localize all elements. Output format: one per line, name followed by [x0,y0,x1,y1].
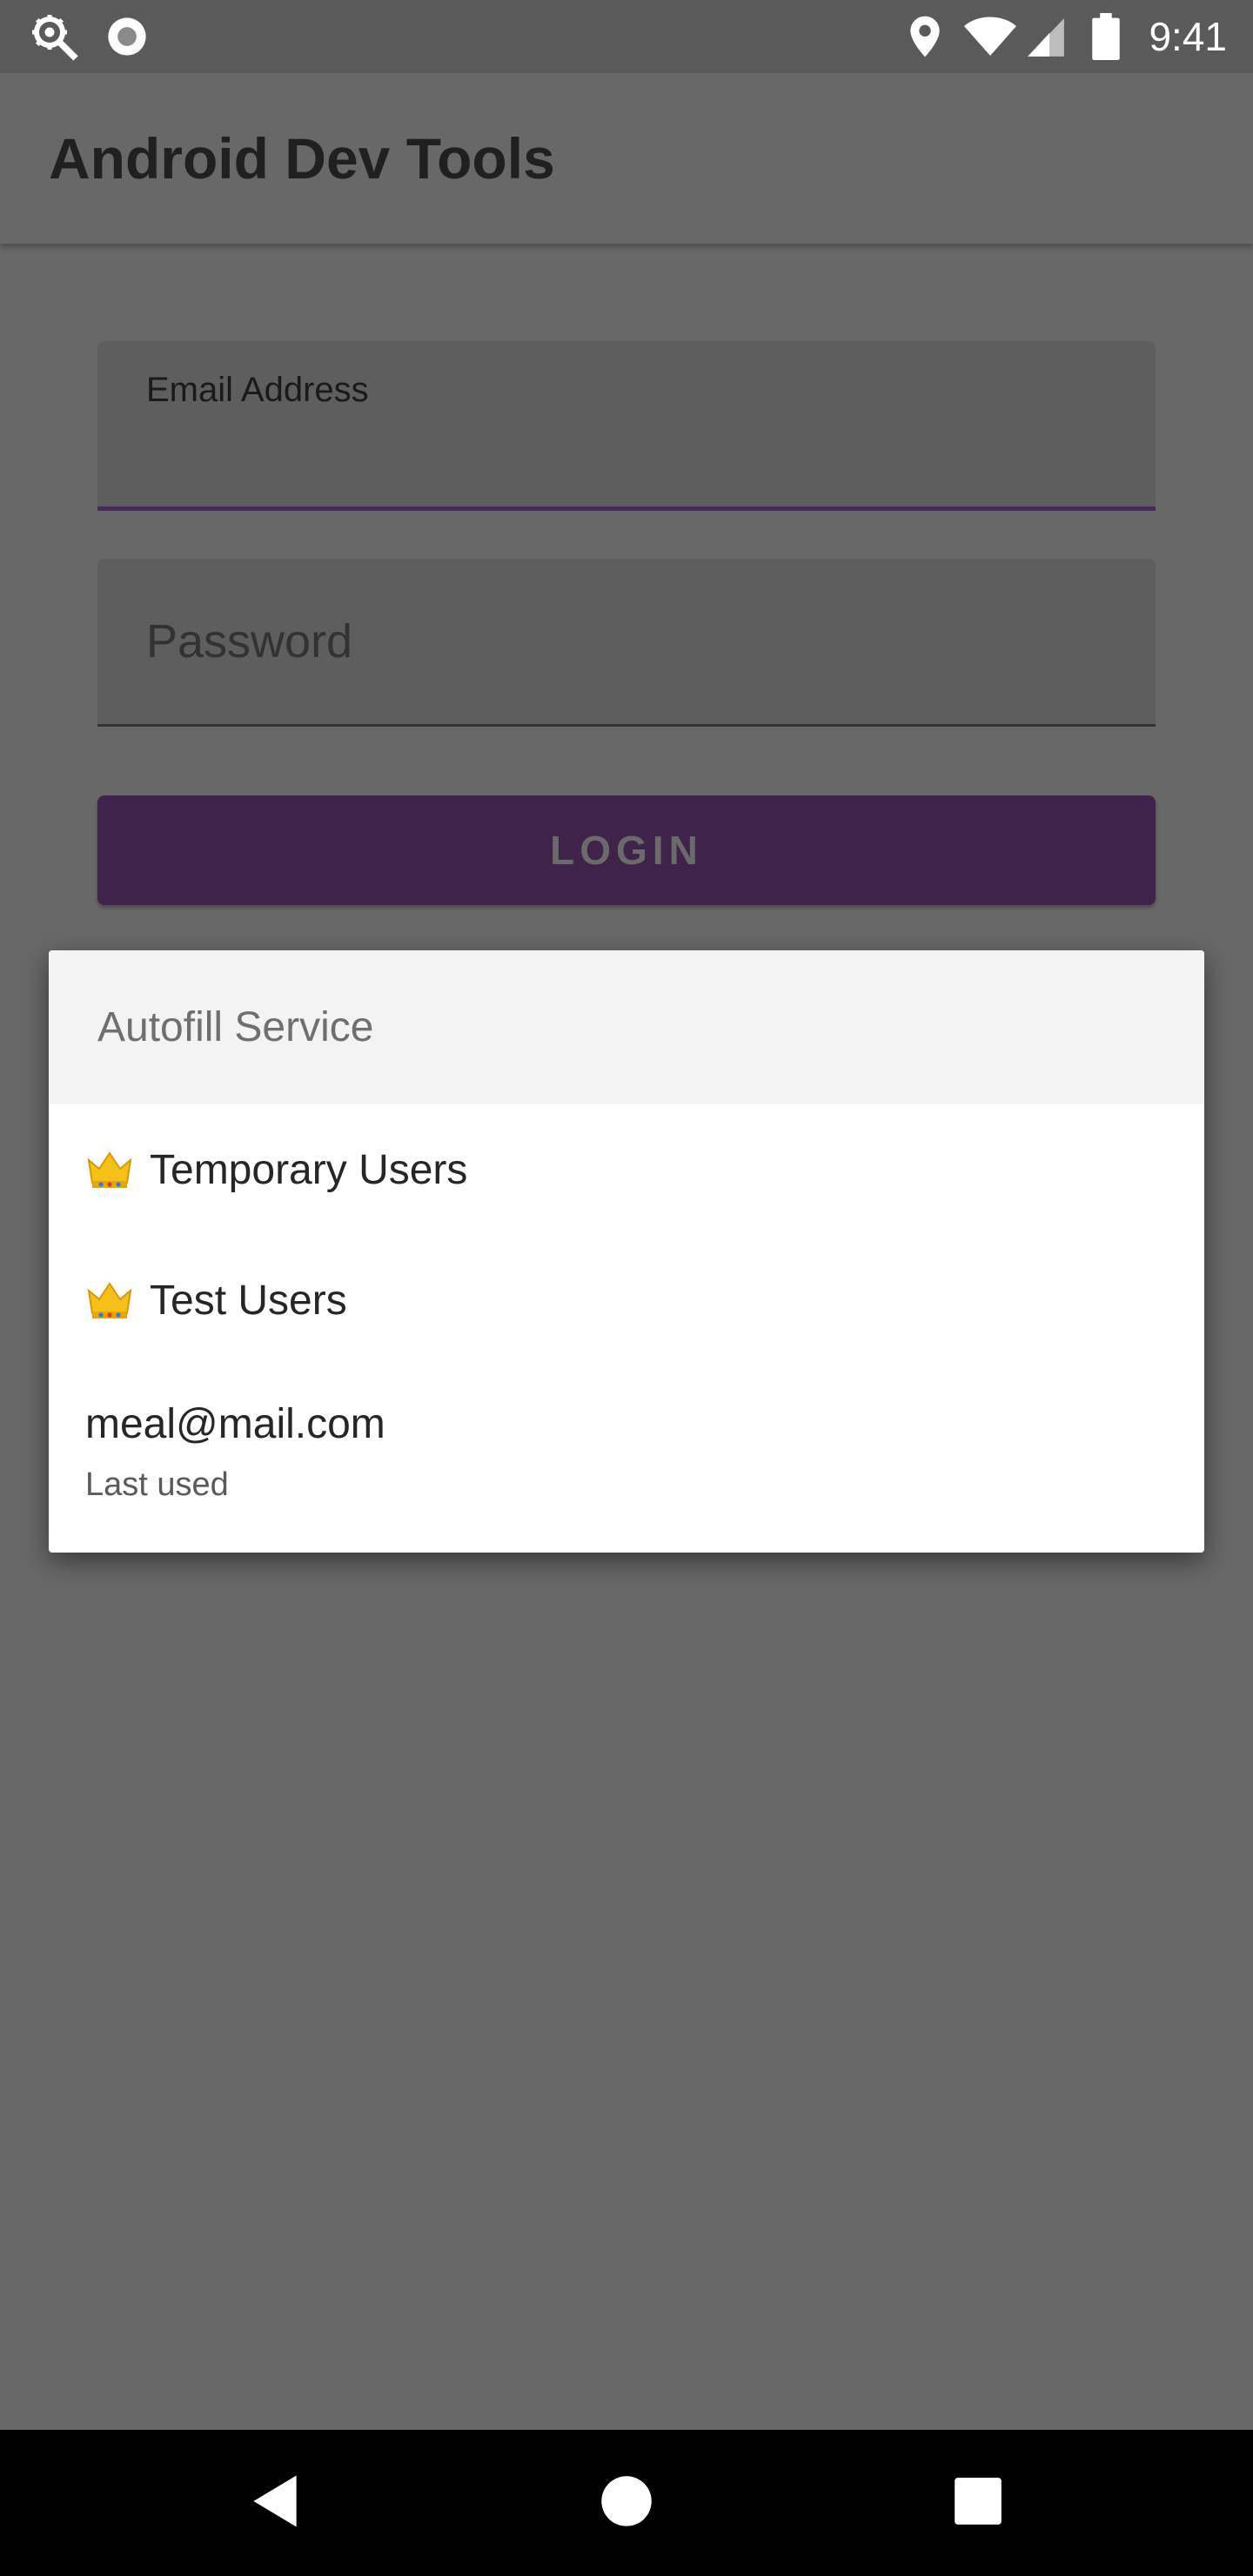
recents-icon [954,2477,1002,2530]
autofill-header: Autofill Service [49,950,1204,1104]
autofill-item-temporary-users[interactable]: Temporary Users [49,1104,1204,1235]
email-field[interactable]: Email Address [97,341,1156,511]
navigation-bar [0,2430,1253,2576]
battery-icon [1091,0,1121,73]
autofill-item-test-users[interactable]: Test Users [49,1235,1204,1365]
login-button[interactable]: LOGIN [97,795,1156,905]
home-icon [600,2475,653,2532]
record-icon [103,0,151,73]
clock: 9:41 [1149,14,1227,59]
status-bar: 9:41 [0,0,1253,73]
saved-email-address: meal@mail.com [85,1401,385,1447]
autofill-item-label: Test Users [150,1277,347,1324]
crown-icon [85,1150,134,1190]
autofill-item-saved-email[interactable]: meal@mail.com Last used [49,1365,1204,1553]
wifi-icon [962,0,1018,73]
back-button[interactable] [202,2430,348,2576]
location-icon [905,0,945,73]
settings-search-icon [28,0,80,73]
autofill-item-label: Temporary Users [150,1146,468,1193]
password-placeholder: Password [146,615,353,667]
autofill-title: Autofill Service [97,1004,374,1050]
crown-icon [85,1280,134,1320]
autofill-dropdown: Autofill Service Temporary Users Test Us… [49,950,1204,1553]
saved-email-subtitle: Last used [85,1466,229,1503]
password-field[interactable]: Password [97,559,1156,727]
email-field-label: Email Address [146,371,369,409]
app-title: Android Dev Tools [49,126,555,191]
app-bar: Android Dev Tools [0,73,1253,244]
back-icon [249,2473,301,2533]
recents-button[interactable] [905,2430,1051,2576]
home-button[interactable] [553,2430,700,2576]
signal-icon [1022,0,1070,73]
